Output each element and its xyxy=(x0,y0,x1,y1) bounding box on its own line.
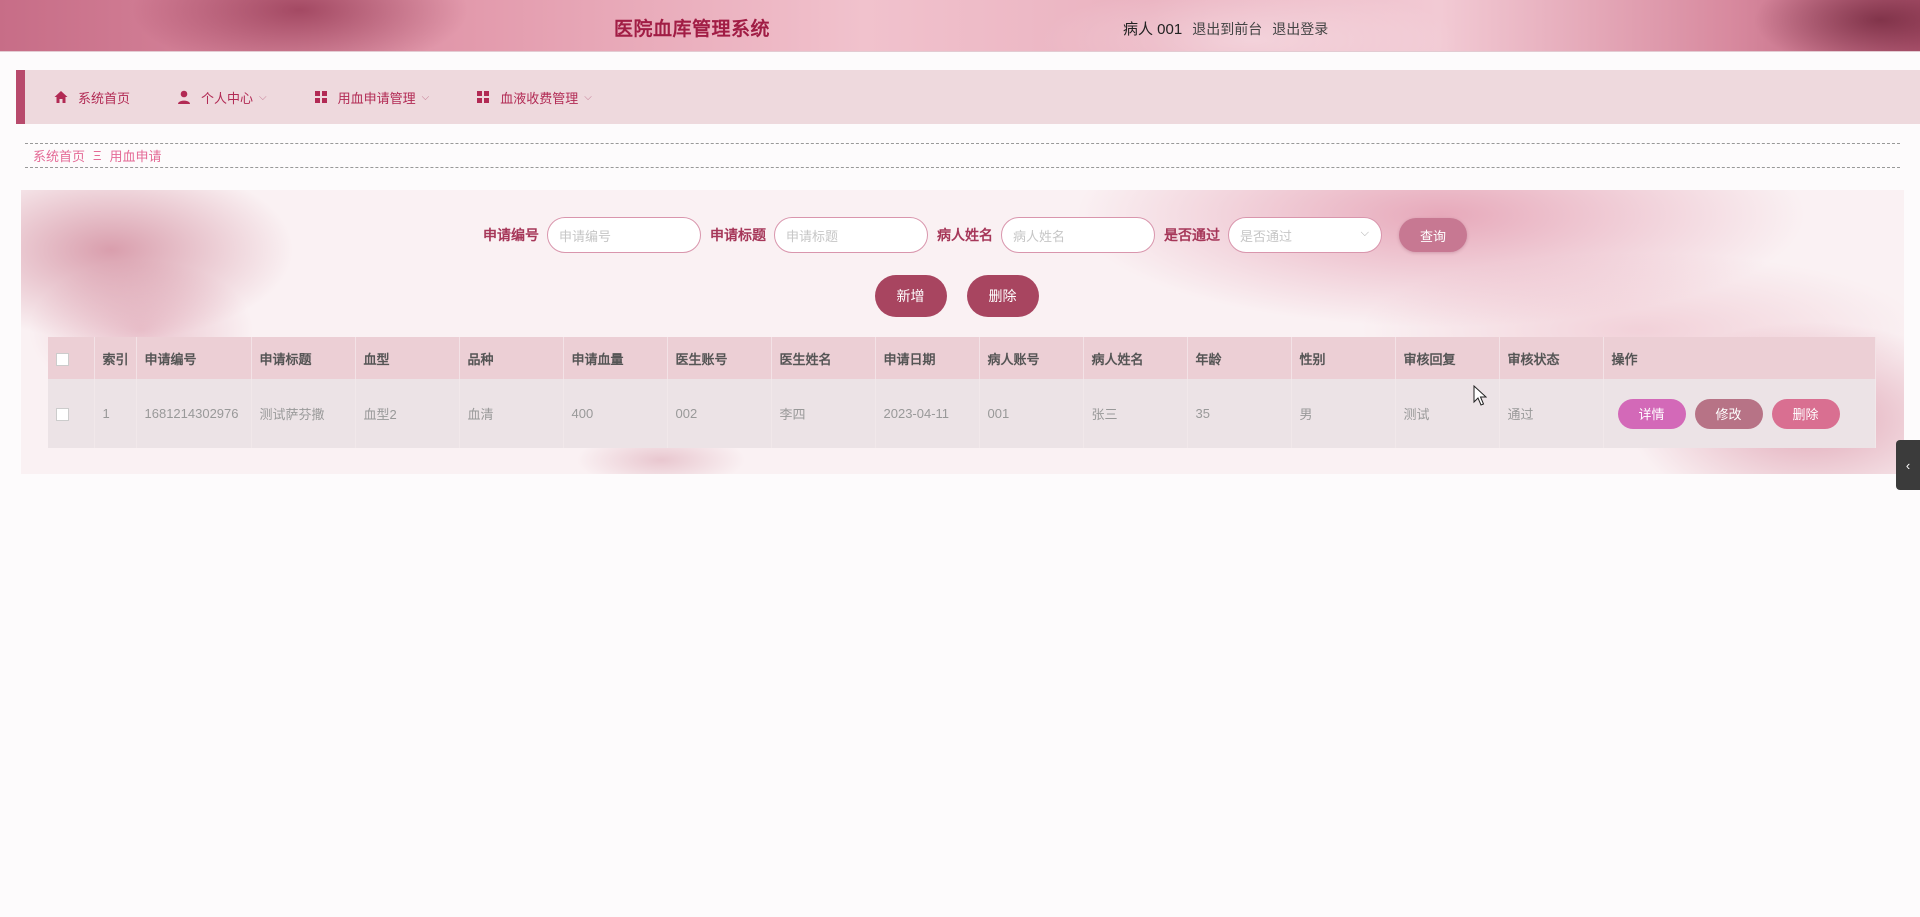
action-bar: 新增 删除 xyxy=(21,275,1904,317)
content-panel: 申请编号 申请编号 申请标题 申请标题 病人姓名 病人姓名 是否通过 是否通过 … xyxy=(21,190,1904,474)
approved-select[interactable]: 是否通过 ⌵ xyxy=(1228,217,1382,253)
main-nav: 系统首页 个人中心 ⌵ 用血申请管理 ⌵ 血液收费管理 ⌵ xyxy=(16,70,1920,124)
cell-index: 1 xyxy=(94,379,137,448)
application-table: 索引 申请编号 申请标题 血型 品种 申请血量 医生账号 医生姓名 申请日期 病… xyxy=(48,337,1876,448)
add-button[interactable]: 新增 xyxy=(874,275,947,317)
breadcrumb-home[interactable]: 系统首页 xyxy=(33,146,85,165)
column-header: 医生账号 xyxy=(667,337,772,379)
user-area: 病人 001 退出到前台 退出登录 xyxy=(1123,18,1328,39)
column-header: 申请标题 xyxy=(251,337,356,379)
row-select-cell xyxy=(48,379,95,448)
cell-variety: 血清 xyxy=(459,379,564,448)
column-header: 申请血量 xyxy=(563,337,668,379)
search-label-title: 申请标题 xyxy=(710,227,766,243)
cell-operations: 详情 修改 删除 xyxy=(1603,379,1876,448)
cell-review-status: 通过 xyxy=(1499,379,1604,448)
cell-gender: 男 xyxy=(1291,379,1396,448)
nav-item-blood-fee[interactable]: 血液收费管理 ⌵ xyxy=(475,70,592,124)
chevron-down-icon: ⌵ xyxy=(1360,227,1369,239)
nav-item-label: 个人中心 xyxy=(201,90,254,106)
cell-doctor-name: 李四 xyxy=(771,379,876,448)
cell-app-no: 1681214302976 xyxy=(136,379,252,448)
chevron-down-icon: ⌵ xyxy=(421,91,430,103)
query-button[interactable]: 查询 xyxy=(1399,218,1467,252)
nav-item-label: 系统首页 xyxy=(78,90,131,106)
nav-item-label: 用血申请管理 xyxy=(337,90,416,106)
home-icon xyxy=(54,91,68,103)
select-placeholder: 是否通过 xyxy=(1240,228,1293,244)
column-header: 年龄 xyxy=(1187,337,1292,379)
user-icon xyxy=(178,90,191,104)
app-title: 医院血库管理系统 xyxy=(614,19,771,40)
search-label-app-no: 申请编号 xyxy=(483,227,539,243)
cell-title: 测试萨芬撒 xyxy=(251,379,356,448)
operation-buttons: 详情 修改 删除 xyxy=(1612,380,1875,447)
column-header: 申请编号 xyxy=(136,337,252,379)
edit-button[interactable]: 修改 xyxy=(1694,398,1763,429)
cell-volume: 400 xyxy=(563,379,668,448)
input-placeholder: 申请标题 xyxy=(786,228,839,244)
cell-age: 35 xyxy=(1187,379,1292,448)
table-row: 1 1681214302976 测试萨芬撒 血型2 血清 400 002 李四 … xyxy=(48,379,1876,448)
nav-item-personal-center[interactable]: 个人中心 ⌵ xyxy=(176,70,267,124)
search-form: 申请编号 申请编号 申请标题 申请标题 病人姓名 病人姓名 是否通过 是否通过 … xyxy=(21,217,1904,253)
column-header: 性别 xyxy=(1291,337,1396,379)
app-no-input[interactable]: 申请编号 xyxy=(547,217,701,253)
batch-delete-button[interactable]: 删除 xyxy=(966,275,1039,317)
cell-doctor-account: 002 xyxy=(667,379,772,448)
column-header: 审核回复 xyxy=(1395,337,1500,379)
input-placeholder: 申请编号 xyxy=(559,228,612,244)
patient-name-input[interactable]: 病人姓名 xyxy=(1001,217,1155,253)
column-header: 索引 xyxy=(94,337,137,379)
cell-patient-account: 001 xyxy=(979,379,1084,448)
grid-icon xyxy=(314,91,327,103)
breadcrumb-current: 用血申请 xyxy=(109,149,162,164)
breadcrumb-separator: Ξ xyxy=(93,148,102,163)
column-header: 品种 xyxy=(459,337,564,379)
cell-date: 2023-04-11 xyxy=(875,379,980,448)
logout-link[interactable]: 退出登录 xyxy=(1272,19,1328,39)
column-header: 审核状态 xyxy=(1499,337,1604,379)
select-all-cell xyxy=(48,337,95,379)
nav-item-blood-application[interactable]: 用血申请管理 ⌵ xyxy=(313,70,430,124)
nav-item-label: 血液收费管理 xyxy=(500,90,579,106)
nav-item-home[interactable]: 系统首页 xyxy=(53,70,130,124)
current-user: 病人 001 xyxy=(1123,21,1183,38)
table-header-row: 索引 申请编号 申请标题 血型 品种 申请血量 医生账号 医生姓名 申请日期 病… xyxy=(48,337,1876,379)
back-to-front-link[interactable]: 退出到前台 xyxy=(1192,19,1262,39)
title-input[interactable]: 申请标题 xyxy=(774,217,928,253)
chevron-down-icon: ⌵ xyxy=(584,91,592,103)
search-label-patient-name: 病人姓名 xyxy=(937,227,993,243)
detail-button[interactable]: 详情 xyxy=(1617,398,1686,429)
mouse-cursor-icon xyxy=(1473,385,1487,406)
chevron-down-icon: ⌵ xyxy=(259,91,267,103)
cell-patient-name: 张三 xyxy=(1083,379,1188,448)
cell-blood-type: 血型2 xyxy=(355,379,460,448)
row-checkbox[interactable] xyxy=(56,408,69,422)
search-label-approved: 是否通过 xyxy=(1164,227,1220,243)
column-header: 申请日期 xyxy=(875,337,980,379)
column-header: 病人账号 xyxy=(979,337,1084,379)
column-header: 病人姓名 xyxy=(1083,337,1188,379)
sidebar-toggle[interactable]: ‹ xyxy=(1896,440,1920,490)
column-header: 医生姓名 xyxy=(771,337,876,379)
chevron-left-icon: ‹ xyxy=(1905,457,1911,473)
input-placeholder: 病人姓名 xyxy=(1013,228,1066,244)
app-header: 医院血库管理系统 病人 001 退出到前台 退出登录 xyxy=(0,0,1920,52)
delete-row-button[interactable]: 删除 xyxy=(1771,398,1840,429)
breadcrumb: 系统首页 Ξ 用血申请 xyxy=(25,143,1900,168)
column-header: 操作 xyxy=(1603,337,1876,379)
select-all-checkbox[interactable] xyxy=(56,352,69,366)
grid-icon xyxy=(477,91,490,103)
column-header: 血型 xyxy=(355,337,460,379)
